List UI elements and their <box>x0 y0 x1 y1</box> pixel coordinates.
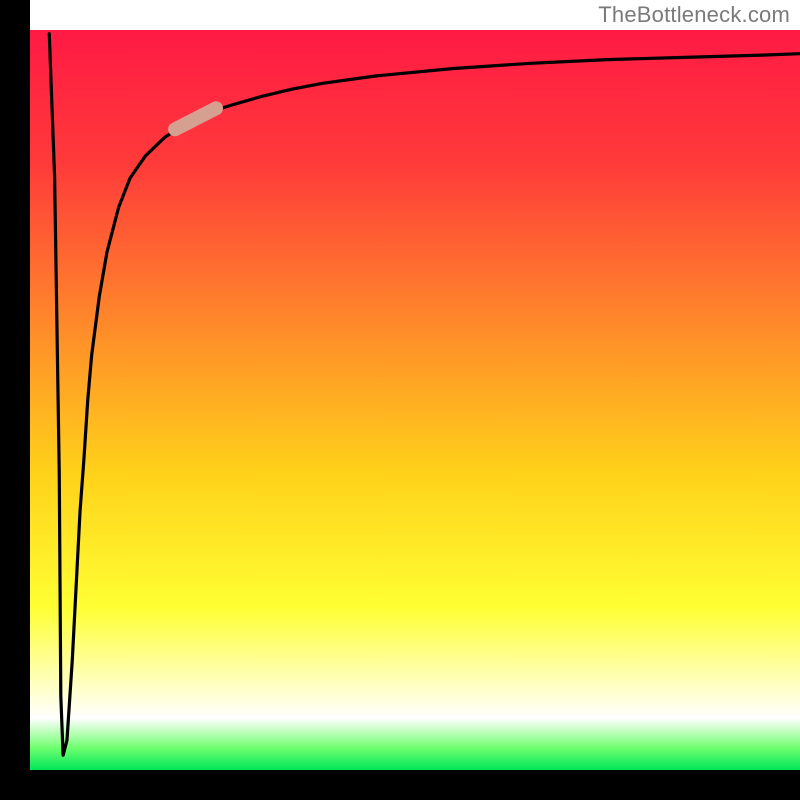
x-axis-border <box>0 770 800 800</box>
chart-container: TheBottleneck.com <box>0 0 800 800</box>
y-axis-border <box>0 0 30 800</box>
chart-svg <box>0 0 800 800</box>
watermark-label: TheBottleneck.com <box>598 2 790 28</box>
chart-background-gradient <box>30 30 800 770</box>
